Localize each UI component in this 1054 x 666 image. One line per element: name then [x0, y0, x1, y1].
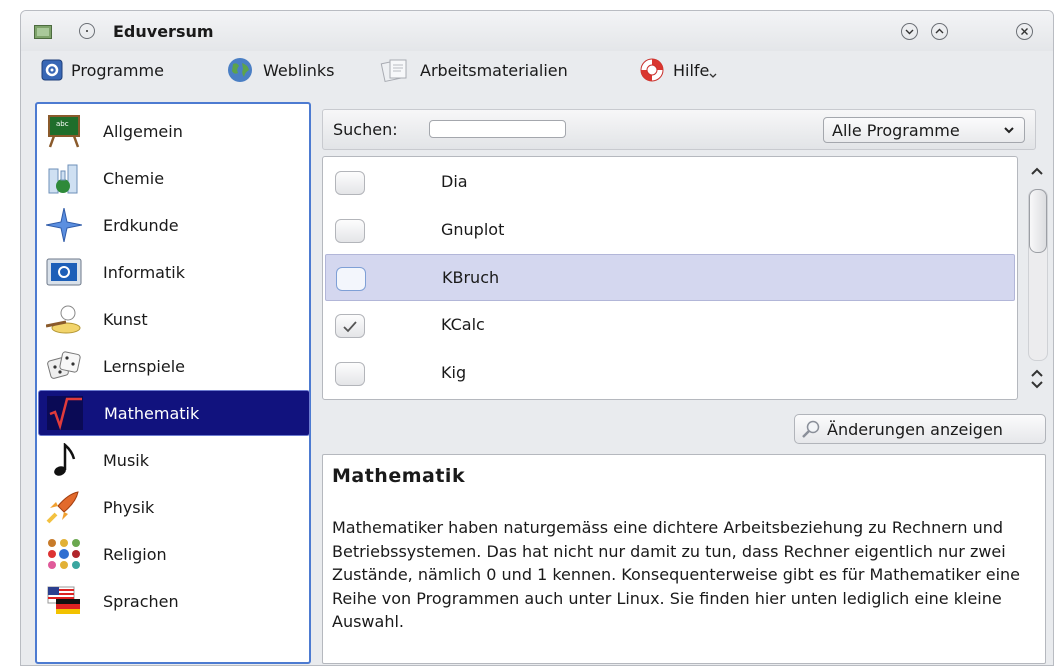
- search-bar: Suchen: Alle Programme: [322, 109, 1036, 150]
- category-description: Mathematik Mathematiker haben naturgemäs…: [322, 454, 1046, 664]
- chalkboard-icon: abc: [45, 113, 83, 149]
- program-name: Gnuplot: [441, 220, 505, 239]
- menu-arbeitsmaterialien[interactable]: Arbeitsmaterialien: [380, 55, 568, 85]
- menu-hilfe[interactable]: Hilfe: [639, 55, 717, 85]
- program-list: Dia Gnuplot KBruch KCalc Kig: [322, 156, 1018, 400]
- sidebar-item-label: Lernspiele: [103, 356, 185, 376]
- program-name: Kig: [441, 363, 467, 382]
- sidebar-item-label: Kunst: [103, 309, 148, 329]
- magnifier-icon: [802, 420, 820, 438]
- sidebar-item-label: Mathematik: [104, 403, 200, 423]
- sidebar-item-label: Allgemein: [103, 121, 183, 141]
- app-window: Eduversum Programme Weblinks Arbeitsmate…: [20, 10, 1054, 666]
- program-row-dia[interactable]: Dia: [325, 159, 1015, 206]
- sidebar-item-label: Religion: [103, 544, 167, 564]
- svg-text:abc: abc: [56, 120, 69, 128]
- sidebar-item-label: Chemie: [103, 168, 165, 188]
- program-name: KBruch: [442, 268, 500, 287]
- sidebar-item-physik[interactable]: Physik: [38, 484, 310, 530]
- sidebar-item-mathematik[interactable]: Mathematik: [38, 390, 310, 436]
- globe-icon: [228, 58, 252, 82]
- sidebar-item-label: Musik: [103, 450, 149, 470]
- minimize-button[interactable]: [901, 23, 918, 40]
- chevron-down-icon: [1004, 127, 1014, 134]
- program-name: KCalc: [441, 315, 485, 334]
- sidebar-item-lernspiele[interactable]: Lernspiele: [38, 343, 310, 389]
- scroll-down-icon[interactable]: [1030, 367, 1044, 391]
- documents-icon: [380, 59, 407, 83]
- sidebar-item-kunst[interactable]: Kunst: [38, 296, 310, 342]
- menu-bar: Programme Weblinks Arbeitsmaterialien Hi…: [21, 55, 1053, 85]
- menu-weblinks[interactable]: Weblinks: [225, 55, 335, 85]
- program-checkbox[interactable]: [335, 314, 365, 338]
- program-checkbox[interactable]: [335, 171, 365, 195]
- religion-symbols-icon: [45, 536, 83, 572]
- scroll-up-icon[interactable]: [1030, 165, 1044, 177]
- menu-hilfe-label: Hilfe: [673, 60, 710, 80]
- search-label: Suchen:: [333, 120, 398, 139]
- dice-icon: [45, 348, 83, 384]
- program-filter-select[interactable]: Alle Programme: [823, 117, 1025, 143]
- rocket-icon: [45, 489, 83, 525]
- program-list-scrollbar[interactable]: [1024, 159, 1052, 401]
- paint-icon: [45, 301, 83, 337]
- sidebar-item-informatik[interactable]: Informatik: [38, 249, 310, 295]
- show-changes-button[interactable]: Änderungen anzeigen: [794, 414, 1046, 444]
- window-menu-button[interactable]: [79, 23, 95, 39]
- title-bar: Eduversum: [21, 11, 1053, 51]
- music-note-icon: [45, 442, 83, 478]
- sidebar-item-label: Physik: [103, 497, 155, 517]
- chevron-down-icon: [709, 73, 717, 78]
- sidebar-item-label: Informatik: [103, 262, 185, 282]
- flags-icon: [45, 583, 83, 619]
- sidebar-item-religion[interactable]: Religion: [38, 531, 310, 577]
- description-text: Mathematiker haben naturgemäss eine dich…: [332, 518, 1020, 631]
- program-checkbox[interactable]: [335, 219, 365, 243]
- app-window-icon[interactable]: [34, 25, 52, 39]
- scrollbar-thumb[interactable]: [1029, 189, 1047, 253]
- compass-star-icon: [45, 207, 83, 243]
- settings-icon: [41, 59, 63, 81]
- category-sidebar: abc Allgemein Chemie Erdkunde Informatik: [35, 102, 311, 664]
- menu-programme[interactable]: Programme: [41, 55, 164, 85]
- sidebar-item-sprachen[interactable]: Sprachen: [38, 578, 310, 624]
- sidebar-item-erdkunde[interactable]: Erdkunde: [38, 202, 310, 248]
- chevron-down-icon: [905, 29, 914, 35]
- checkmark-icon: [343, 321, 357, 333]
- window-title: Eduversum: [113, 22, 214, 41]
- scrollbar-track[interactable]: [1028, 189, 1048, 361]
- maximize-button[interactable]: [931, 23, 948, 40]
- sidebar-item-musik[interactable]: Musik: [38, 437, 310, 483]
- lifebuoy-icon: [640, 58, 664, 82]
- description-title: Mathematik: [332, 465, 466, 487]
- menu-weblinks-label: Weblinks: [263, 60, 335, 80]
- sidebar-item-label: Sprachen: [103, 591, 179, 611]
- sidebar-item-allgemein[interactable]: abc Allgemein: [38, 108, 310, 154]
- chevron-up-icon: [935, 28, 944, 34]
- menu-programme-label: Programme: [71, 60, 164, 80]
- program-row-kcalc[interactable]: KCalc: [325, 302, 1015, 349]
- sidebar-item-label: Erdkunde: [103, 215, 179, 235]
- show-changes-label: Änderungen anzeigen: [827, 419, 1003, 439]
- program-filter-value: Alle Programme: [832, 120, 960, 140]
- sqrt-icon: [46, 395, 84, 431]
- program-checkbox[interactable]: [335, 362, 365, 386]
- close-icon: [1021, 28, 1028, 35]
- program-row-kbruch[interactable]: KBruch: [325, 254, 1015, 301]
- lab-flask-icon: [45, 160, 83, 196]
- program-row-kig[interactable]: Kig: [325, 350, 1015, 397]
- program-checkbox[interactable]: [336, 267, 366, 291]
- computer-icon: [45, 254, 83, 290]
- sidebar-item-chemie[interactable]: Chemie: [38, 155, 310, 201]
- program-row-gnuplot[interactable]: Gnuplot: [325, 207, 1015, 254]
- search-input[interactable]: [429, 120, 566, 138]
- menu-arbeitsmaterialien-label: Arbeitsmaterialien: [420, 60, 568, 80]
- program-name: Dia: [441, 172, 468, 191]
- close-button[interactable]: [1016, 23, 1033, 40]
